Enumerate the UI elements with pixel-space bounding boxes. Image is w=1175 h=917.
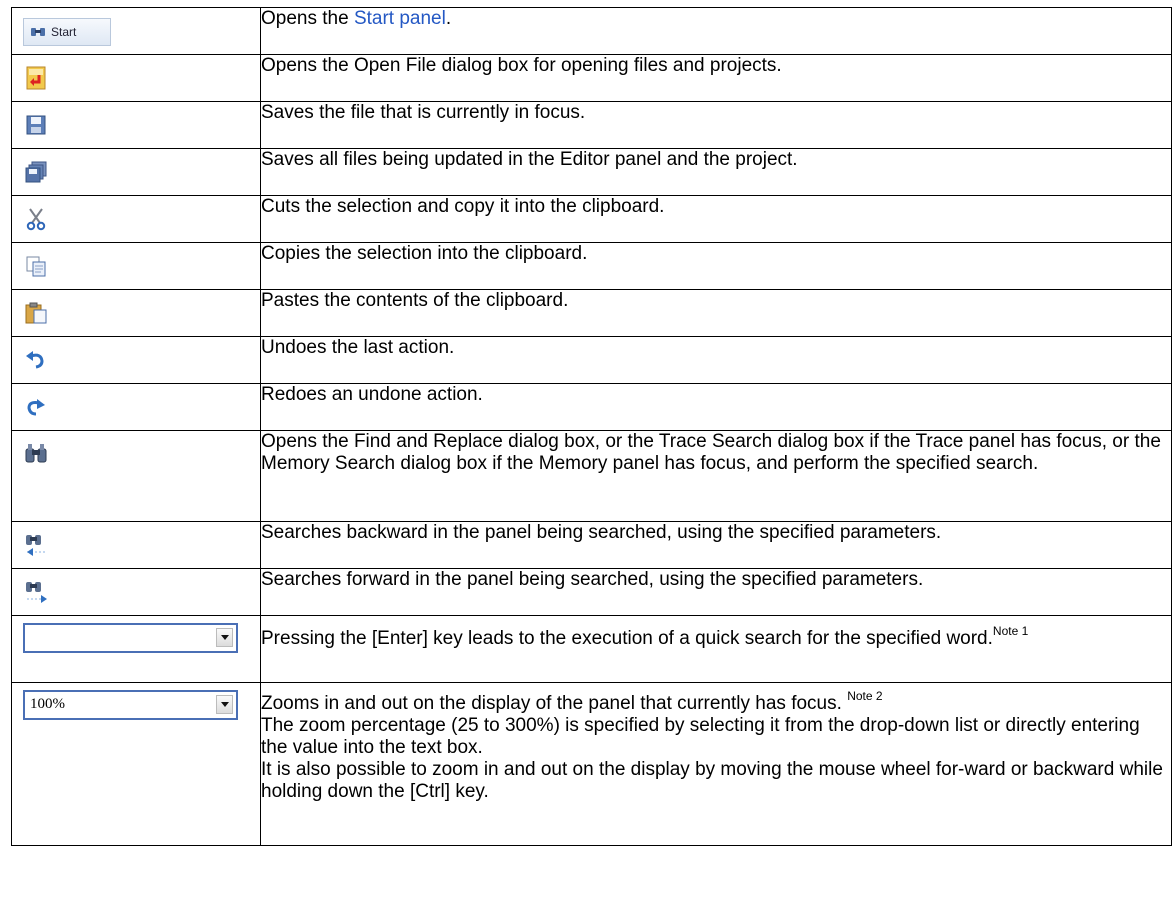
icon-cell	[11, 615, 261, 683]
note-ref: Note 1	[992, 623, 1029, 638]
undo-icon	[26, 351, 44, 369]
description-cell: Saves all files being updated in the Edi…	[260, 148, 1172, 196]
icon-cell	[11, 289, 261, 337]
table-row: Cuts the selection and copy it into the …	[11, 195, 1172, 243]
save-icon	[26, 115, 46, 135]
description-cell: Zooms in and out on the display of the p…	[260, 682, 1172, 846]
description-cell: Redoes an undone action.	[260, 383, 1172, 431]
zoom-value: 100%	[30, 696, 65, 712]
start-button-label: Start	[51, 25, 77, 39]
icon-cell: 100%	[11, 682, 261, 846]
description-cell: Opens the Open File dialog box for openi…	[260, 54, 1172, 102]
icon-cell: Start	[11, 7, 261, 55]
table-row: Undoes the last action.	[11, 336, 1172, 384]
table-row: 100% Zooms in and out on the display of …	[11, 682, 1172, 846]
save-all-icon	[25, 161, 47, 183]
description-cell: Searches forward in the panel being sear…	[260, 568, 1172, 616]
icon-cell	[11, 242, 261, 290]
paste-icon	[25, 302, 47, 324]
description-cell: Pressing the [Enter] key leads to the ex…	[260, 615, 1172, 683]
description-cell: Pastes the contents of the clipboard.	[260, 289, 1172, 337]
icon-cell	[11, 568, 261, 616]
table-row: Redoes an undone action.	[11, 383, 1172, 431]
description-cell: Saves the file that is currently in focu…	[260, 101, 1172, 149]
table-row: Pastes the contents of the clipboard.	[11, 289, 1172, 337]
description-cell: Opens the Start panel.	[260, 7, 1172, 55]
icon-cell	[11, 521, 261, 569]
description-cell: Searches backward in the panel being sea…	[260, 521, 1172, 569]
open-file-icon	[26, 66, 46, 90]
table-row: Searches backward in the panel being sea…	[11, 521, 1172, 569]
redo-icon	[27, 399, 45, 416]
start-button-icon[interactable]: Start	[23, 18, 111, 46]
copy-icon	[26, 256, 46, 277]
icon-cell	[11, 430, 261, 522]
icon-cell	[11, 54, 261, 102]
icon-cell	[11, 148, 261, 196]
table-row: Opens the Open File dialog box for openi…	[11, 54, 1172, 102]
icon-cell	[11, 383, 261, 431]
table-row: Start Opens the Start panel.	[11, 7, 1172, 55]
chevron-down-icon[interactable]	[216, 695, 233, 714]
find-replace-icon	[25, 444, 47, 463]
note-ref: Note 2	[847, 688, 883, 703]
table-row: Saves all files being updated in the Edi…	[11, 148, 1172, 196]
icon-cell	[11, 195, 261, 243]
zoom-combo[interactable]: 100%	[23, 690, 238, 720]
cut-icon	[26, 208, 46, 231]
search-backward-icon	[26, 535, 45, 556]
table-row: Pressing the [Enter] key leads to the ex…	[11, 615, 1172, 683]
table-row: Saves the file that is currently in focu…	[11, 101, 1172, 149]
table-row: Searches forward in the panel being sear…	[11, 568, 1172, 616]
description-cell: Cuts the selection and copy it into the …	[260, 195, 1172, 243]
table-row: Opens the Find and Replace dialog box, o…	[11, 430, 1172, 522]
description-cell: Copies the selection into the clipboard.	[260, 242, 1172, 290]
chevron-down-icon[interactable]	[216, 628, 233, 647]
icon-cell	[11, 101, 261, 149]
icon-cell	[11, 336, 261, 384]
search-forward-icon	[26, 582, 47, 603]
table-row: Copies the selection into the clipboard.	[11, 242, 1172, 290]
description-cell: Undoes the last action.	[260, 336, 1172, 384]
quick-search-combo[interactable]	[23, 623, 238, 653]
start-panel-link[interactable]: Start panel	[354, 8, 446, 29]
toolbar-reference-table: Start Opens the Start panel. Opens the O…	[11, 7, 1172, 846]
description-cell: Opens the Find and Replace dialog box, o…	[260, 430, 1172, 522]
